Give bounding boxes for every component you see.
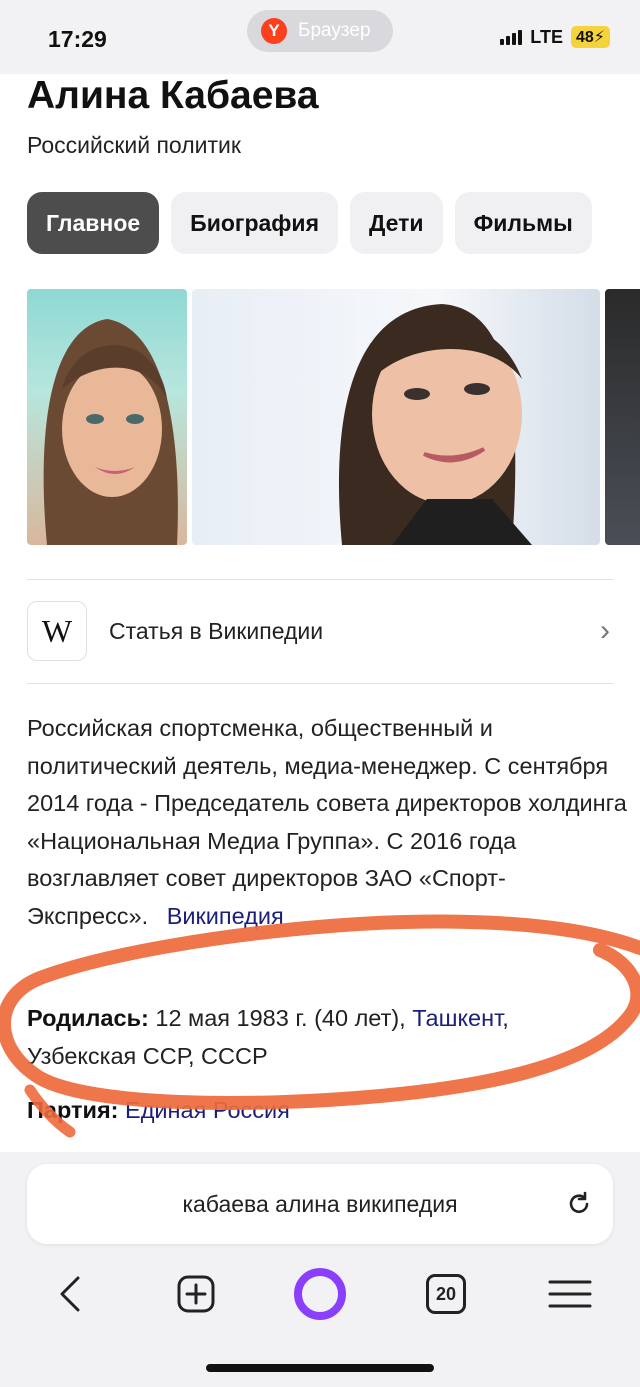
menu-button[interactable] [548,1264,592,1324]
browser-badge[interactable]: Y Браузер [247,10,393,52]
chevron-right-icon: › [600,614,610,647]
chevron-left-icon [60,1276,80,1312]
fact-party-label: Партия: [27,1097,119,1123]
tab-children[interactable]: Дети [350,192,443,254]
tab-films[interactable]: Фильмы [454,192,592,254]
wikipedia-article-link[interactable]: W Статья в Википедии › [27,598,614,664]
plus-square-icon [177,1275,215,1313]
tab-biography[interactable]: Биография [171,192,338,254]
charging-icon: ⚡ [593,29,605,46]
battery-indicator: 48⚡ [570,26,610,48]
new-tab-button[interactable] [176,1264,216,1324]
tab-main[interactable]: Главное [27,192,160,254]
fact-born-label: Родилась: [27,1005,149,1031]
reload-icon[interactable] [565,1190,593,1218]
address-bar[interactable]: кабаева алина википедия [27,1164,613,1244]
browser-toolbar: 20 [0,1264,640,1324]
battery-level: 48 [575,29,594,46]
party-link[interactable]: Единая Россия [125,1097,290,1123]
wikipedia-article-label: Статья в Википедии [109,617,324,644]
fact-born: Родилась: 12 мая 1983 г. (40 лет), Ташке… [27,1000,617,1075]
divider [27,683,614,684]
browser-bottom-panel: кабаева алина википедия 20 [0,1152,640,1387]
tabs-count-icon: 20 [426,1274,466,1314]
alice-assistant-button[interactable] [292,1264,348,1324]
page-title: Алина Кабаева [27,74,319,117]
alice-icon [294,1268,346,1320]
description-text: Российская спортсменка, общественный и п… [27,715,627,929]
status-bar: 17:29 Y Браузер LTE 48⚡ [0,0,640,74]
home-indicator [206,1364,434,1372]
network-type: LTE [530,26,563,47]
photo-thumbnail-3[interactable] [605,289,640,545]
tabs-switcher-button[interactable]: 20 [424,1264,468,1324]
fact-born-value: 12 мая 1983 г. (40 лет), [155,1005,406,1031]
hamburger-menu-icon [548,1280,592,1308]
wikipedia-logo-icon: W [27,601,87,661]
photo-thumbnail-1[interactable] [27,289,187,545]
signal-icon [500,29,523,45]
status-time: 17:29 [48,26,107,52]
wikipedia-source-link[interactable]: Википедия [167,903,284,929]
search-query: кабаева алина википедия [182,1190,458,1217]
photo-main[interactable] [192,289,600,545]
born-place-link[interactable]: Ташкент [412,1005,502,1031]
status-indicators: LTE 48⚡ [500,26,610,48]
page-subtitle: Российский политик [27,132,241,158]
yandex-logo-icon: Y [261,18,287,44]
tabs-count: 20 [435,1283,457,1304]
divider [27,579,614,580]
entity-tabs: Главное Биография Дети Фильмы [27,192,640,254]
entity-description: Российская спортсменка, общественный и п… [27,710,627,935]
back-button[interactable] [52,1264,88,1324]
fact-party: Партия: Единая Россия [27,1092,617,1130]
browser-badge-label: Браузер [298,20,371,41]
